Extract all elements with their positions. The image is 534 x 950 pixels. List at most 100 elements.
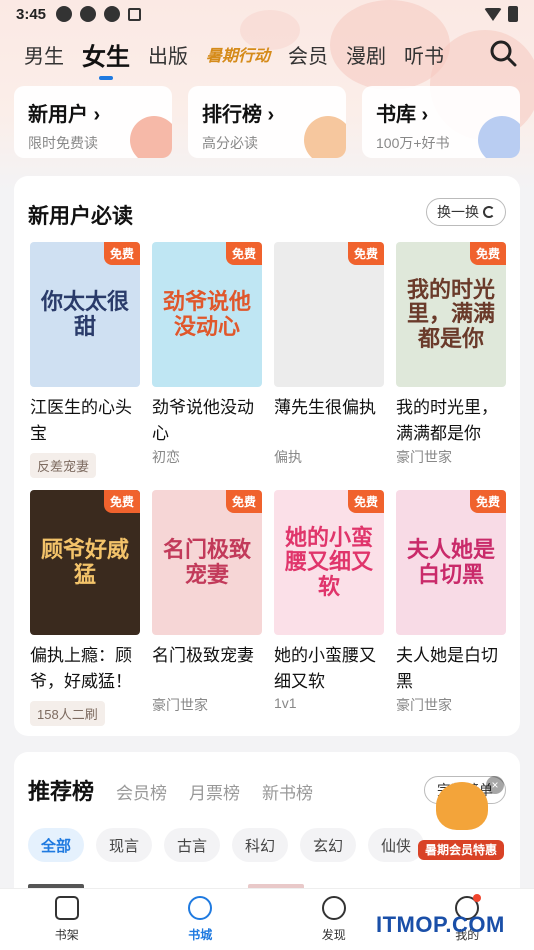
book-tag: 豪门世家 [396, 449, 452, 465]
status-time: 3:45 [16, 5, 47, 23]
new-user-card: 新用户必读 换一换 你太太很甜 免费 江医生的心头宝 反差宠妻 劲爷说他没动心 免费 劲爷说… [14, 176, 520, 736]
book-title[interactable]: 劲爷说他没动心 [152, 395, 262, 447]
tab-member-rank[interactable]: 会员榜 [116, 779, 167, 804]
chip-ancient-romance[interactable]: 古言 [164, 828, 220, 862]
chip-fantasy[interactable]: 玄幻 [300, 828, 356, 862]
books-icon [478, 116, 520, 158]
book-cover-title: 劲爷说他没动心 [162, 289, 251, 340]
book-tag-row: 豪门世家 [396, 695, 506, 715]
tab-summer-campaign[interactable]: 暑期行动 [206, 42, 270, 66]
book-item[interactable]: 她的小蛮腰又细又软 免费 她的小蛮腰又细又软 1v1 [274, 490, 384, 713]
refresh-button[interactable]: 换一换 [426, 198, 506, 226]
app-notification-icon [104, 6, 121, 22]
tab-label: 书城 [188, 928, 213, 942]
chip-scifi[interactable]: 科幻 [232, 828, 288, 862]
book-title[interactable]: 偏执上瘾：顾爷，好威猛！ [30, 643, 140, 695]
status-bar: 3:45 [0, 0, 534, 28]
podium-icon [304, 116, 346, 158]
quick-entry-new-user[interactable]: 新用户 › 限时免费读 [14, 86, 172, 158]
book-item[interactable]: 我的时光里，满满都是你 免费我的时光里，满满都是你豪门世家 [396, 242, 506, 467]
book-cover[interactable]: 劲爷说他没动心 免费 [152, 242, 262, 387]
search-icon [490, 40, 517, 67]
free-badge: 免费 [347, 242, 384, 265]
battery-icon [508, 6, 518, 22]
quick-entry-ranking[interactable]: 排行榜 › 高分必读 [188, 86, 346, 158]
free-badge: 免费 [103, 490, 140, 513]
book-cover-title: 她的小蛮腰又细又软 [284, 525, 373, 600]
book-cover-title: 我的时光里，满满都是你 [406, 277, 495, 352]
tab-label: 发现 [321, 928, 346, 942]
tab-comic-drama[interactable]: 漫剧 [346, 40, 386, 69]
book-tag: 豪门世家 [152, 697, 208, 713]
watermark-text: ITMOP.COM [376, 912, 505, 937]
book-tag-row: 偏执 [274, 447, 384, 467]
book-item[interactable]: 名门极致宠妻 免费名门极致宠妻豪门世家 [152, 490, 262, 715]
free-badge: 免费 [225, 242, 262, 265]
tab-audiobook[interactable]: 听书 [404, 40, 444, 69]
close-icon[interactable]: × [486, 776, 504, 794]
book-tag-row: 豪门世家 [152, 695, 262, 715]
book-cover[interactable]: 我的时光里，满满都是你 免费 [396, 242, 506, 387]
book-cover-title: 名门极致宠妻 [162, 537, 251, 588]
book-cover[interactable]: 你太太很甜 免费 [30, 242, 140, 387]
book-tag-row: 158人二刷 [30, 695, 140, 726]
tab-monthly-ticket-rank[interactable]: 月票榜 [189, 779, 240, 804]
tab-male[interactable]: 男生 [24, 40, 64, 69]
book-item[interactable]: 顾爷好威猛 免费偏执上瘾：顾爷，好威猛！ 158人二刷 [30, 490, 140, 726]
book-cover-title: 你太太很甜 [40, 289, 129, 340]
free-badge: 免费 [103, 242, 140, 265]
tab-female[interactable]: 女生 [82, 37, 130, 80]
free-badge: 免费 [225, 490, 262, 513]
book-tag: 158人二刷 [30, 701, 105, 726]
book-tag: 豪门世家 [396, 697, 452, 713]
book-tag: 反差宠妻 [30, 453, 97, 478]
book-tag-row: 豪门世家 [396, 447, 506, 467]
refresh-label: 换一换 [437, 204, 479, 220]
book-cover[interactable]: 免费 [274, 242, 384, 387]
tab-recommend-rank[interactable]: 推荐榜 [28, 774, 94, 806]
book-title[interactable]: 夫人她是白切黑 [396, 643, 506, 695]
alarm-clock-icon [130, 116, 172, 158]
book-tag-row: 反差宠妻 [30, 447, 140, 478]
book-item[interactable]: 夫人她是白切黑 免费 夫人她是白切黑 豪门世家 [396, 490, 506, 715]
book-title[interactable]: 名门极致宠妻 [152, 643, 262, 695]
book-title[interactable]: 我的时光里，满满都是你 [396, 395, 506, 447]
chip-all[interactable]: 全部 [28, 828, 84, 862]
promo-label: 暑期会员特惠 [418, 840, 504, 860]
summer-promo-float[interactable]: × 暑期会员特惠 [418, 776, 504, 864]
book-cover[interactable]: 夫人她是白切黑 免费 [396, 490, 506, 635]
book-title[interactable]: 她的小蛮腰又细又软 [274, 643, 384, 695]
book-tag: 偏执 [274, 449, 302, 465]
search-button[interactable] [488, 38, 518, 68]
book-cover[interactable]: 顾爷好威猛 免费 [30, 490, 140, 635]
refresh-icon [483, 206, 495, 218]
a-notification-icon [128, 7, 142, 21]
book-item[interactable]: 劲爷说他没动心 免费劲爷说他没动心初恋 [152, 242, 262, 467]
quick-entry-library[interactable]: 书库 › 100万+好书 [362, 86, 520, 158]
tab-new-book-rank[interactable]: 新书榜 [262, 779, 313, 804]
book-title[interactable]: 江医生的心头宝 [30, 395, 140, 447]
tab-label: 书架 [54, 928, 79, 942]
chip-modern-romance[interactable]: 现言 [96, 828, 152, 862]
book-cover-title [323, 309, 335, 321]
tab-publish[interactable]: 出版 [148, 40, 188, 69]
chip-xianxia[interactable]: 仙侠 [368, 828, 424, 862]
book-item[interactable]: 你太太很甜 免费江医生的心头宝反差宠妻 [30, 242, 140, 478]
section-title: 新用户必读 [28, 205, 133, 228]
tab-bookshelf[interactable]: 书架 [0, 889, 134, 950]
tab-member[interactable]: 会员 [288, 40, 328, 69]
book-cover[interactable]: 她的小蛮腰又细又软 免费 [274, 490, 384, 635]
book-cover-title: 夫人她是白切黑 [406, 537, 495, 588]
book-item[interactable]: 免费薄先生很偏执偏执 [274, 242, 384, 467]
top-nav: 男生 女生 出版 暑期行动 会员 漫剧 听书 [0, 34, 534, 80]
book-title[interactable]: 薄先生很偏执 [274, 395, 384, 447]
book-tag: 初恋 [152, 449, 180, 465]
mascot-icon [436, 782, 488, 830]
free-badge: 免费 [469, 242, 506, 265]
tab-bookstore[interactable]: 书城 [134, 889, 268, 950]
compass-icon [321, 896, 346, 920]
bookshelf-icon [54, 896, 79, 920]
category-chips: 全部 现言 古言 科幻 玄幻 仙侠 [28, 828, 424, 862]
book-cover[interactable]: 名门极致宠妻 免费 [152, 490, 262, 635]
app-notification-icon [56, 6, 73, 22]
